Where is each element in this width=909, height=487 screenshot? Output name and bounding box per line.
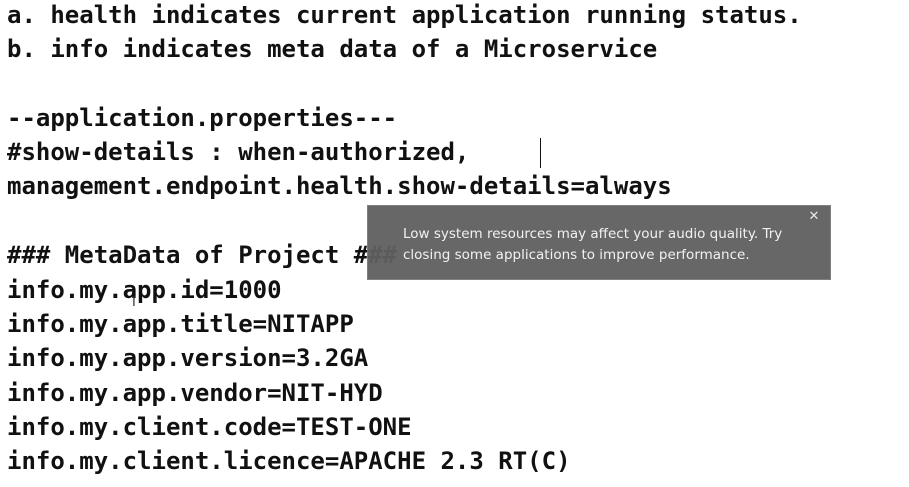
code-line: info.my.client.licence=APACHE 2.3 RT(C) <box>7 447 571 475</box>
code-line: info.my.client.code=TEST-ONE <box>7 413 412 441</box>
notification-message: Low system resources may affect your aud… <box>403 226 783 263</box>
text-caret <box>540 138 541 168</box>
code-line: info.my.app.title=NITAPP <box>7 310 354 338</box>
code-line: ### MetaData of Project ### <box>7 241 398 269</box>
close-icon[interactable]: ✕ <box>806 209 822 225</box>
code-line: info.my.app.vendor=NIT-HYD <box>7 379 383 407</box>
system-notification: Low system resources may affect your aud… <box>367 205 831 280</box>
code-line: info.my.app.id=1000 <box>7 276 282 304</box>
code-line: a. health indicates current application … <box>7 1 802 29</box>
code-line: --application.properties--- <box>7 104 398 132</box>
code-line: b. info indicates meta data of a Microse… <box>7 35 658 63</box>
code-line: management.endpoint.health.show-details=… <box>7 172 672 200</box>
ibeam-cursor-icon: I <box>132 295 136 310</box>
code-line: info.my.app.version=3.2GA <box>7 344 369 372</box>
code-line: #show-details : when-authorized, <box>7 138 470 166</box>
